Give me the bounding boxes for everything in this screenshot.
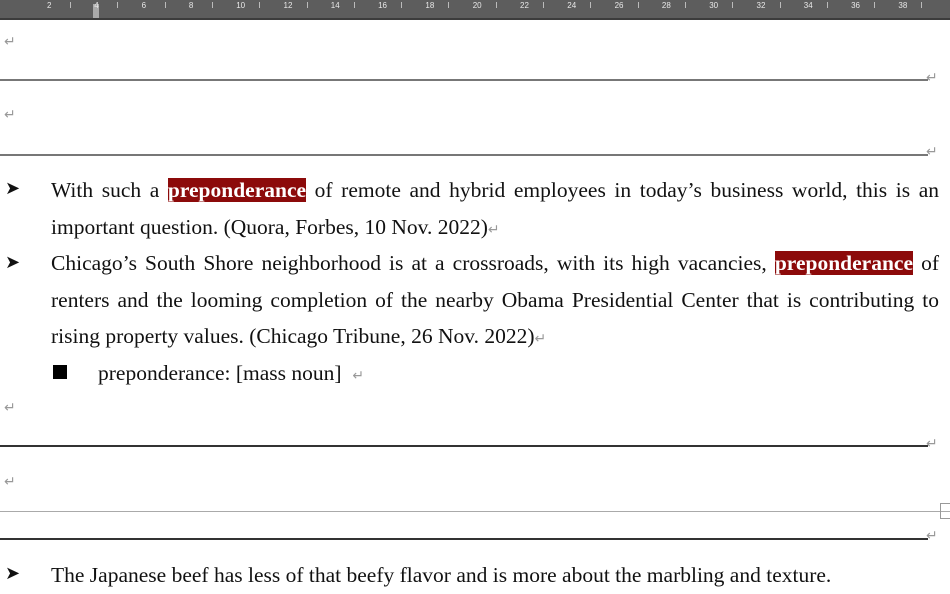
ruler-tick xyxy=(259,2,261,8)
ruler-label: 8 xyxy=(188,1,194,10)
table-handle[interactable] xyxy=(940,503,950,519)
ruler-tick xyxy=(779,2,781,8)
ruler-label: 26 xyxy=(614,1,624,10)
highlighted-word: preponderance xyxy=(167,178,307,202)
horizontal-rule xyxy=(0,79,928,81)
example-sentence-1: With such a preponderance of remote and … xyxy=(51,178,939,239)
ruler-label: 24 xyxy=(567,1,577,10)
ruler-tick xyxy=(590,2,592,8)
ruler-tick xyxy=(70,2,71,8)
square-bullet-icon xyxy=(53,365,67,379)
ruler-label: 14 xyxy=(330,1,340,10)
paragraph-mark: ↵ xyxy=(926,144,938,160)
ruler-label: 12 xyxy=(283,1,293,10)
ruler-label: 34 xyxy=(803,1,813,10)
ruler-tick xyxy=(543,2,544,8)
ruler-tick xyxy=(874,2,876,8)
paragraph-mark: ↵ xyxy=(4,34,16,50)
paragraph-mark: ↵ xyxy=(4,107,16,123)
ruler-tick xyxy=(117,2,119,8)
ruler-tick xyxy=(306,2,308,8)
ruler-label: 28 xyxy=(661,1,671,10)
ruler-label: 6 xyxy=(141,1,147,10)
example-sentence-2: Chicago’s South Shore neighborhood is at… xyxy=(51,251,939,348)
ruler-tick xyxy=(448,2,450,8)
sub-item: preponderance: [mass noun] ↵ xyxy=(98,361,365,385)
ruler-tick xyxy=(164,2,166,8)
ruler-label: 32 xyxy=(756,1,766,10)
highlighted-word: preponderance xyxy=(774,251,913,275)
ruler-tick xyxy=(637,2,639,8)
ruler-label: 18 xyxy=(425,1,435,10)
paragraph-mark: ↵ xyxy=(4,474,16,490)
ruler-tick xyxy=(211,2,213,8)
ruler-tick xyxy=(353,2,355,8)
paragraph-mark: ↵ xyxy=(4,400,16,416)
ruler-tick xyxy=(401,2,403,8)
ruler-label: 38 xyxy=(898,1,908,10)
ruler[interactable]: 2 4 6 8 10 12 14 16 18 20 22 24 26 28 30 32 34 36 38 xyxy=(0,0,950,20)
paragraph-mark: ↵ xyxy=(926,70,938,86)
ruler-label: 30 xyxy=(709,1,719,10)
table-border xyxy=(0,511,950,512)
paragraph-mark: ↵ xyxy=(926,436,938,452)
ruler-label: 2 xyxy=(47,1,52,10)
arrow-bullet-icon: ➤ xyxy=(5,252,21,273)
example-sentence-3: The Japanese beef has less of that beefy… xyxy=(51,563,832,587)
ruler-tick xyxy=(826,2,828,8)
horizontal-rule xyxy=(0,445,928,447)
ruler-label: 16 xyxy=(378,1,387,10)
ruler-tick xyxy=(495,2,497,8)
arrow-bullet-icon: ➤ xyxy=(5,178,21,199)
ruler-tick xyxy=(684,2,686,8)
ruler-label: 4 xyxy=(94,1,99,10)
ruler-tick xyxy=(732,2,734,8)
arrow-bullet-icon: ➤ xyxy=(5,563,21,584)
ruler-tick xyxy=(921,2,923,8)
horizontal-rule xyxy=(0,154,928,156)
ruler-label: 36 xyxy=(851,1,860,10)
paragraph-mark: ↵ xyxy=(926,528,938,544)
ruler-label: 20 xyxy=(472,1,482,10)
ruler-label: 10 xyxy=(236,1,246,10)
ruler-label: 22 xyxy=(520,1,529,10)
horizontal-rule xyxy=(0,538,928,540)
